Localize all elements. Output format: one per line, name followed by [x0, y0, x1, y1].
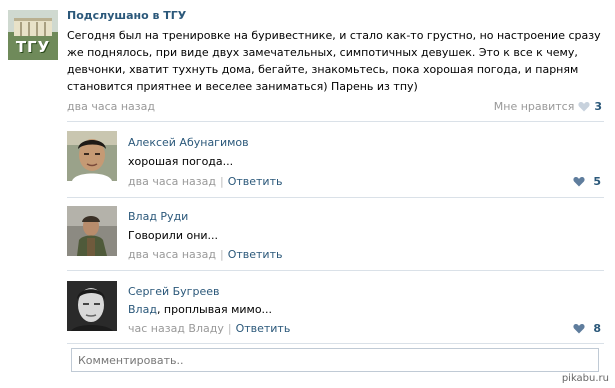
meta-separator: |: [227, 322, 232, 335]
avatar-photo: [67, 131, 117, 181]
commenter-avatar[interactable]: [67, 206, 117, 256]
comment-like-count: 8: [593, 322, 601, 335]
avatar-column: [20, 22, 22, 36]
comment-text: хорошая погода...: [128, 155, 234, 168]
comment-author-link[interactable]: Алексей Абунагимов: [128, 136, 249, 149]
avatar-column: [28, 22, 30, 36]
comment-text: Говорили они...: [128, 229, 219, 242]
divider: [67, 197, 604, 198]
comment-like-button[interactable]: 5: [573, 175, 601, 188]
wall-post: ТГУ Подслушано в ТГУ Сегодня был на трен…: [0, 0, 615, 388]
group-logo-text: ТГУ: [15, 38, 51, 56]
like-label: Мне нравится: [493, 100, 575, 113]
meta-separator: |: [219, 175, 224, 188]
avatar-photo: [67, 281, 117, 331]
comment-timestamp[interactable]: час назад Владу: [128, 322, 224, 335]
post-like-button[interactable]: Мне нравится 3: [494, 100, 602, 113]
commenter-avatar[interactable]: [67, 131, 117, 181]
commenter-avatar[interactable]: [67, 281, 117, 331]
comment-timestamp[interactable]: два часа назад: [128, 248, 216, 261]
avatar-photo: [67, 206, 117, 256]
comment-input[interactable]: [71, 348, 599, 372]
comment-like-count: 5: [593, 175, 601, 188]
meta-separator: |: [219, 248, 224, 261]
heart-icon: [573, 177, 585, 187]
comment-meta: два часа назад | Ответить: [128, 248, 282, 261]
heart-icon: [578, 102, 590, 112]
post-timestamp[interactable]: два часа назад: [67, 100, 155, 113]
group-avatar[interactable]: ТГУ: [8, 10, 58, 60]
comment-meta: час назад Владу | Ответить: [128, 322, 290, 335]
avatar-column: [36, 22, 38, 36]
comment-text-body: , проплывая мимо...: [156, 303, 273, 316]
comment-timestamp[interactable]: два часа назад: [128, 175, 216, 188]
post-text: Сегодня был на тренировке на буривестник…: [67, 29, 601, 93]
reply-link[interactable]: Ответить: [228, 175, 283, 188]
divider: [67, 121, 604, 122]
comment-author-link[interactable]: Сергей Бугреев: [128, 285, 219, 298]
reply-link[interactable]: Ответить: [236, 322, 291, 335]
comment-author-link[interactable]: Влад Руди: [128, 210, 188, 223]
group-name-link[interactable]: Подслушано в ТГУ: [67, 9, 186, 22]
heart-icon: [573, 324, 585, 334]
watermark: pikabu.ru: [561, 373, 609, 384]
comment-meta: два часа назад | Ответить: [128, 175, 282, 188]
avatar-column: [44, 22, 46, 36]
divider: [67, 343, 604, 344]
reply-to-link[interactable]: Влад: [128, 303, 157, 316]
comment-text: Влад, проплывая мимо...: [128, 303, 272, 316]
divider: [67, 270, 604, 271]
comment-like-button[interactable]: 8: [573, 322, 601, 335]
like-count: 3: [594, 100, 602, 113]
reply-link[interactable]: Ответить: [228, 248, 283, 261]
